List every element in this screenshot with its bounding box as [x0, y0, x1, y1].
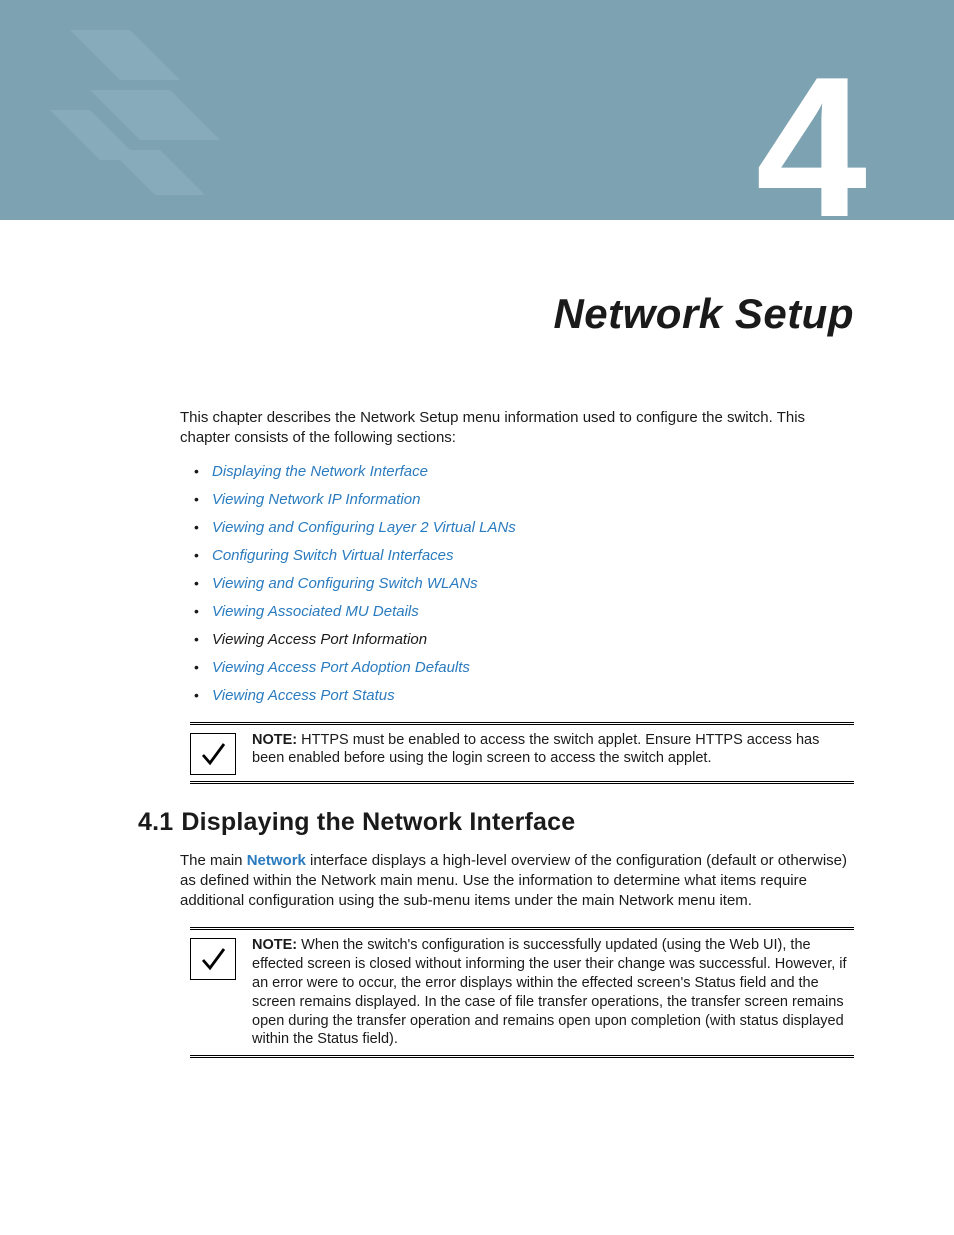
toc-link-access-port-status[interactable]: Viewing Access Port Status — [212, 687, 395, 704]
note-block-https: NOTE: HTTPS must be enabled to access th… — [190, 722, 854, 784]
page-content: Network Setup This chapter describes the… — [0, 220, 954, 1142]
toc-item: Displaying the Network Interface — [190, 463, 854, 480]
note-block-config-update: NOTE: When the switch's configuration is… — [190, 927, 854, 1058]
toc-item: Viewing and Configuring Layer 2 Virtual … — [190, 519, 854, 536]
toc-link-viewing-network-ip[interactable]: Viewing Network IP Information — [212, 491, 420, 508]
chapter-banner: 4 — [0, 0, 954, 220]
section-title: Displaying the Network Interface — [181, 808, 575, 836]
toc-item: Configuring Switch Virtual Interfaces — [190, 547, 854, 564]
note-label: NOTE: — [252, 732, 297, 748]
toc-item: Viewing Access Port Adoption Defaults — [190, 659, 854, 676]
toc-item: Viewing Access Port Information — [190, 631, 854, 648]
toc-link-layer2-vlans[interactable]: Viewing and Configuring Layer 2 Virtual … — [212, 519, 516, 536]
chapter-title: Network Setup — [100, 290, 854, 338]
toc-item: Viewing Network IP Information — [190, 491, 854, 508]
checkmark-icon — [190, 938, 236, 980]
toc-link-switch-wlans[interactable]: Viewing and Configuring Switch WLANs — [212, 575, 478, 592]
note-body: HTTPS must be enabled to access the swit… — [252, 732, 819, 767]
note-body: When the switch's configuration is succe… — [252, 937, 847, 1047]
toc-item: Viewing Access Port Status — [190, 687, 854, 704]
toc-link-adoption-defaults[interactable]: Viewing Access Port Adoption Defaults — [212, 659, 470, 676]
chapter-intro: This chapter describes the Network Setup… — [180, 408, 854, 449]
para-pre: The main — [180, 852, 247, 869]
section-number: 4.1 — [138, 808, 173, 836]
note-label: NOTE: — [252, 937, 297, 953]
toc-text-access-port-info: Viewing Access Port Information — [212, 631, 427, 648]
banner-art-icon — [30, 30, 250, 220]
keyword-network: Network — [247, 852, 306, 869]
toc-item: Viewing and Configuring Switch WLANs — [190, 575, 854, 592]
toc-list: Displaying the Network Interface Viewing… — [190, 463, 854, 704]
section-paragraph: The main Network interface displays a hi… — [180, 851, 854, 912]
toc-link-switch-virtual-interfaces[interactable]: Configuring Switch Virtual Interfaces — [212, 547, 454, 564]
note-text: NOTE: When the switch's configuration is… — [252, 936, 854, 1049]
note-text: NOTE: HTTPS must be enabled to access th… — [252, 731, 854, 769]
toc-item: Viewing Associated MU Details — [190, 603, 854, 620]
checkmark-icon — [190, 733, 236, 775]
toc-link-displaying-network-interface[interactable]: Displaying the Network Interface — [212, 463, 428, 480]
section-heading-4-1: 4.1 Displaying the Network Interface — [138, 808, 854, 837]
toc-link-mu-details[interactable]: Viewing Associated MU Details — [212, 603, 419, 620]
chapter-number: 4 — [756, 48, 859, 220]
